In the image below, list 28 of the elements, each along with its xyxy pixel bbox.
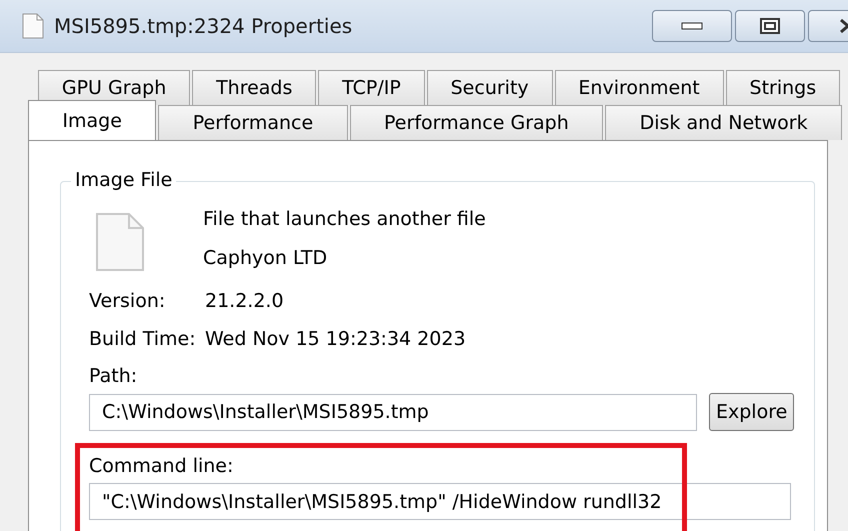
tab[interactable]: Performance — [158, 105, 348, 140]
tab[interactable]: TCP/IP — [318, 70, 425, 105]
file-description: File that launches another file — [203, 208, 486, 230]
company-name: Caphyon LTD — [203, 247, 328, 269]
field-label: Build Time: — [89, 328, 197, 350]
field-value: 21.2.2.0 — [205, 290, 285, 312]
tab[interactable]: Performance Graph — [350, 105, 604, 140]
maximize-button[interactable] — [735, 10, 805, 42]
field-label: Version: — [89, 290, 166, 312]
group-title: Image File — [71, 169, 176, 191]
tab[interactable]: Environment — [554, 70, 724, 105]
tab[interactable]: Threads — [192, 70, 316, 105]
command-line-label: Command line: — [89, 455, 234, 477]
minimize-button[interactable] — [652, 10, 732, 42]
tab[interactable]: Strings — [726, 70, 840, 105]
document-icon — [22, 13, 44, 39]
tab[interactable]: Security — [426, 70, 553, 105]
explore-button[interactable]: Explore — [709, 393, 794, 431]
minimize-icon — [681, 21, 703, 31]
field-value: Wed Nov 15 19:23:34 2023 — [205, 328, 467, 350]
tab[interactable]: Image — [28, 100, 156, 140]
document-icon — [95, 212, 145, 272]
maximize-icon — [760, 18, 780, 34]
command-line-field[interactable]: "C:\Windows\Installer\MSI5895.tmp" /HideWindow rundll32 — [89, 483, 791, 520]
path-field[interactable]: C:\Windows\Installer\MSI5895.tmp — [89, 394, 697, 430]
path-label: Path: — [89, 365, 138, 387]
tab[interactable]: Disk and Network — [605, 105, 842, 140]
window-title: MSI5895.tmp:2324 Properties — [54, 14, 354, 38]
